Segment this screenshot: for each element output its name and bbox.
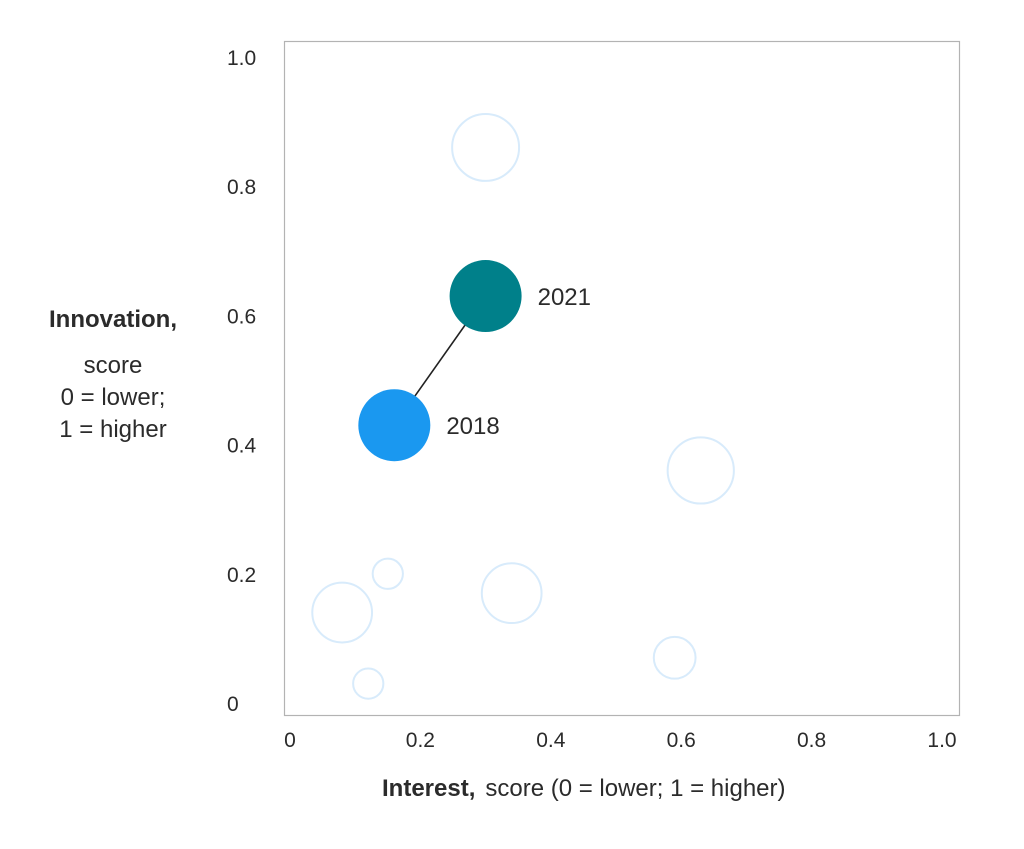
x-axis-ticks: 0 0.2 0.4 0.6 0.8 1.0 bbox=[284, 729, 956, 752]
background-bubble bbox=[666, 436, 735, 505]
bubble-label-2018: 2018 bbox=[446, 413, 499, 440]
x-tick-label: 1.0 bbox=[927, 729, 956, 752]
background-bubble bbox=[451, 112, 521, 182]
y-axis-title-line: 0 = lower; bbox=[60, 384, 166, 411]
background-bubble bbox=[311, 581, 374, 644]
y-axis-title-line: score bbox=[83, 352, 143, 379]
background-bubble bbox=[652, 635, 697, 680]
y-axis-title-line: 1 = higher bbox=[59, 416, 167, 443]
background-bubble bbox=[352, 667, 385, 700]
y-axis-title: Innovation, score 0 = lower; 1 = higher bbox=[20, 304, 206, 446]
bubble-label-2021: 2021 bbox=[538, 284, 591, 311]
background-bubble bbox=[371, 557, 404, 590]
x-axis-title: Interest, score (0 = lower; 1 = higher) bbox=[284, 775, 984, 803]
y-tick-label: 0.8 bbox=[227, 176, 256, 199]
y-tick-label: 0 bbox=[227, 693, 239, 716]
y-tick-label: 0.4 bbox=[227, 435, 257, 458]
x-tick-label: 0.4 bbox=[536, 729, 566, 752]
x-tick-label: 0.8 bbox=[797, 729, 826, 752]
x-tick-label: 0.2 bbox=[406, 729, 435, 752]
bubble-2021 bbox=[449, 260, 522, 333]
x-tick-label: 0.6 bbox=[667, 729, 696, 752]
x-axis-title-bold: Interest, bbox=[382, 775, 476, 802]
plot-frame bbox=[283, 40, 961, 717]
y-axis-title-bold: Innovation, bbox=[49, 306, 177, 333]
y-axis-ticks: 0 0.2 0.4 0.6 0.8 1.0 bbox=[227, 47, 257, 716]
background-bubble bbox=[480, 562, 543, 625]
x-axis-title-rest: score (0 = lower; 1 = higher) bbox=[485, 775, 786, 802]
x-tick-label: 0 bbox=[284, 729, 296, 752]
y-tick-label: 1.0 bbox=[227, 47, 256, 70]
highlighted-points: 2018 2021 bbox=[358, 260, 591, 462]
y-tick-label: 0.6 bbox=[227, 305, 256, 328]
bubble-2018 bbox=[358, 389, 431, 462]
y-tick-label: 0.2 bbox=[227, 564, 256, 587]
